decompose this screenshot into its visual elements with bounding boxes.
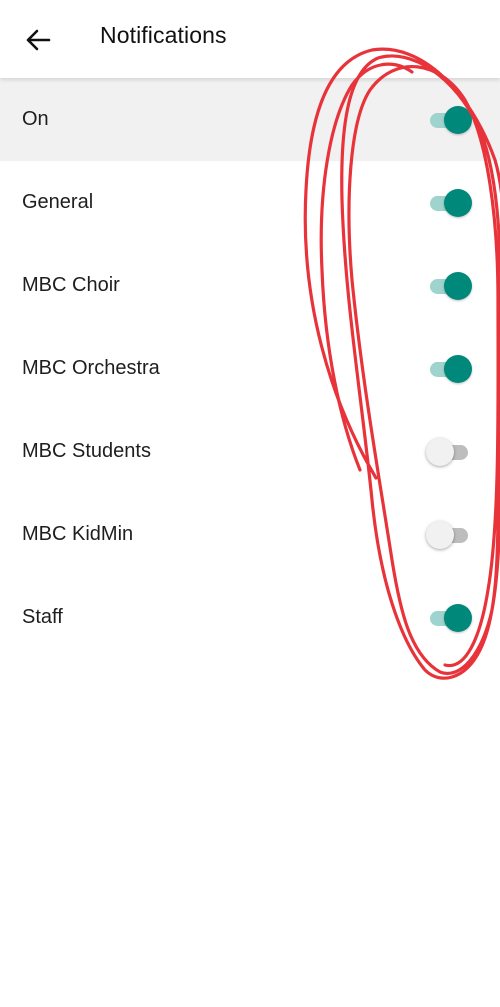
back-button[interactable] (18, 20, 58, 60)
setting-row-mbc-orchestra[interactable]: MBC Orchestra (0, 327, 500, 410)
toggle-switch[interactable] (426, 188, 472, 217)
page-title: Notifications (100, 22, 227, 48)
switch-thumb (444, 105, 472, 134)
switch-thumb (426, 520, 454, 549)
switch-thumb (426, 437, 454, 466)
setting-label: Staff (22, 606, 63, 628)
switch-thumb (444, 271, 472, 300)
toggle-switch[interactable] (426, 603, 472, 632)
toggle-switch[interactable] (426, 105, 472, 134)
notifications-screen: Notifications On General MBC Choir MBC O… (0, 0, 500, 1007)
switch-thumb (444, 603, 472, 632)
setting-label: On (22, 108, 49, 130)
setting-label: MBC Students (22, 440, 151, 462)
toggle-switch[interactable] (426, 520, 472, 549)
toggle-switch[interactable] (426, 437, 472, 466)
setting-row-staff[interactable]: Staff (0, 576, 500, 659)
setting-label: General (22, 191, 94, 213)
setting-label: MBC Choir (22, 274, 120, 296)
switch-thumb (444, 188, 472, 217)
arrow-left-icon (26, 29, 51, 51)
notification-settings-list: On General MBC Choir MBC Orchestra MBC S… (0, 78, 500, 659)
switch-thumb (444, 354, 472, 383)
toggle-switch[interactable] (426, 271, 472, 300)
app-bar: Notifications (0, 0, 500, 78)
setting-row-mbc-kidmin[interactable]: MBC KidMin (0, 493, 500, 576)
setting-row-general[interactable]: General (0, 161, 500, 244)
setting-label: MBC KidMin (22, 523, 134, 545)
setting-label: MBC Orchestra (22, 357, 160, 379)
setting-row-mbc-choir[interactable]: MBC Choir (0, 244, 500, 327)
setting-row-on[interactable]: On (0, 78, 500, 161)
toggle-switch[interactable] (426, 354, 472, 383)
setting-row-mbc-students[interactable]: MBC Students (0, 410, 500, 493)
